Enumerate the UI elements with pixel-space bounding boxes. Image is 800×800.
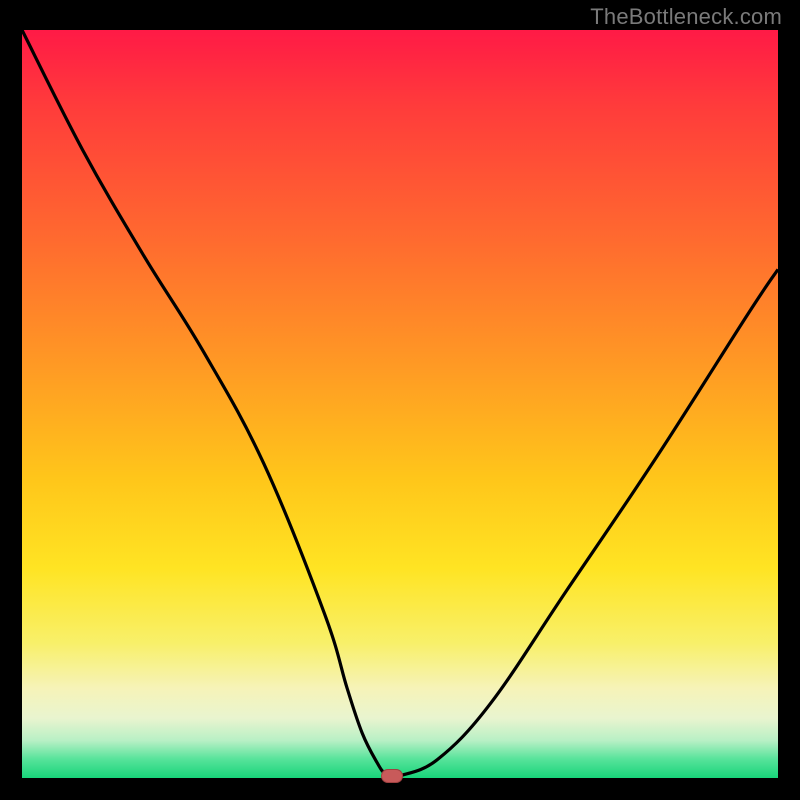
bottleneck-curve <box>22 30 778 778</box>
optimum-marker <box>381 769 403 783</box>
watermark-text: TheBottleneck.com <box>590 4 782 30</box>
chart-frame: TheBottleneck.com <box>0 0 800 800</box>
curve-path <box>22 30 778 777</box>
plot-area <box>22 30 778 778</box>
